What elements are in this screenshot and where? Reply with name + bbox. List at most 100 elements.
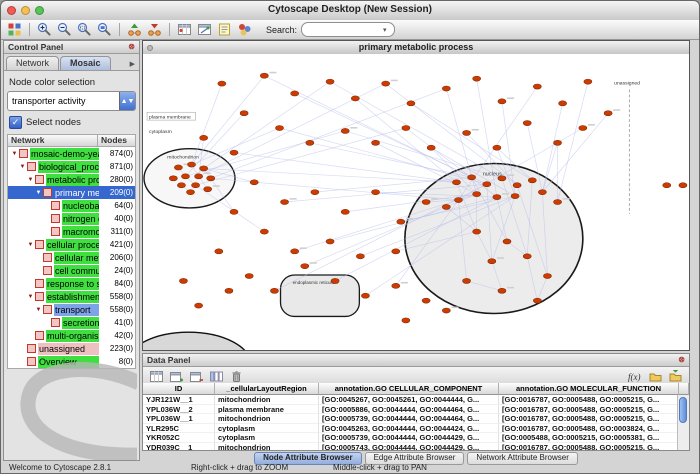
- network-node[interactable]: [422, 298, 430, 303]
- network-node[interactable]: [454, 197, 462, 202]
- network-node[interactable]: [528, 178, 536, 183]
- network-node[interactable]: [442, 204, 450, 209]
- table-row[interactable]: YPL036W__2plasma membrane[GO:0005886, GO…: [143, 405, 689, 415]
- network-node[interactable]: [207, 176, 215, 181]
- node-attribute-button[interactable]: [175, 21, 194, 38]
- zoom-in-button[interactable]: [35, 21, 54, 38]
- network-node[interactable]: [177, 183, 185, 188]
- table-cell[interactable]: YDR039C__1: [143, 443, 215, 451]
- search-input[interactable]: [308, 24, 382, 35]
- tree-header-nodes[interactable]: Nodes: [98, 134, 136, 147]
- network-node[interactable]: [523, 254, 531, 259]
- network-node[interactable]: [218, 81, 226, 86]
- network-node[interactable]: [463, 278, 471, 283]
- trash-button[interactable]: [227, 368, 246, 385]
- network-node[interactable]: [397, 219, 405, 224]
- network-node[interactable]: [192, 183, 200, 188]
- network-node[interactable]: [498, 288, 506, 293]
- select-attributes-button[interactable]: [147, 368, 166, 385]
- network-node[interactable]: [225, 288, 233, 293]
- column-selector-button[interactable]: [207, 368, 226, 385]
- table-cell[interactable]: YJR121W__1: [143, 395, 215, 405]
- network-node[interactable]: [382, 81, 390, 86]
- tree-header-network[interactable]: Network: [7, 134, 98, 147]
- network-node[interactable]: [402, 318, 410, 323]
- network-node[interactable]: [169, 176, 177, 181]
- expand-group-button[interactable]: [125, 21, 144, 38]
- network-node[interactable]: [498, 99, 506, 104]
- network-view-titlebar[interactable]: primary metabolic process: [143, 41, 689, 55]
- disclosure-triangle-icon[interactable]: ▼: [26, 177, 35, 183]
- table-scrollbar[interactable]: [677, 395, 689, 450]
- collapse-group-button[interactable]: [145, 21, 164, 38]
- table-row[interactable]: YPL036W__1mitochondrion[GO:0005739, GO:0…: [143, 414, 689, 424]
- tree-item[interactable]: macromolecule metabo311(0): [8, 225, 135, 238]
- network-node[interactable]: [291, 91, 299, 96]
- zoom-selected-button[interactable]: [75, 21, 94, 38]
- tab-mosaic[interactable]: Mosaic: [60, 56, 111, 70]
- network-node[interactable]: [488, 259, 496, 264]
- network-node[interactable]: [230, 150, 238, 155]
- table-cell[interactable]: [GO:0005739, GO:0044444, GO:0044464, G..…: [319, 414, 499, 424]
- network-node[interactable]: [554, 199, 562, 204]
- network-node[interactable]: [326, 239, 334, 244]
- table-cell[interactable]: [GO:0005488, GO:0005215, GO:0005381, G..…: [499, 433, 679, 443]
- network-canvas[interactable]: plasma membranecytoplasmmitochondrionnuc…: [143, 54, 689, 350]
- color-attribute-dropdown[interactable]: transporter activity ▲▼: [7, 91, 136, 111]
- network-node[interactable]: [356, 254, 364, 259]
- disclosure-triangle-icon[interactable]: ▼: [26, 242, 35, 248]
- table-row[interactable]: YKR052Ccytoplasm[GO:0005739, GO:0044444,…: [143, 433, 689, 443]
- table-row[interactable]: YLR295Ccytoplasm[GO:0045263, GO:0044444,…: [143, 424, 689, 434]
- column-header[interactable]: ID: [143, 383, 215, 395]
- table-cell[interactable]: plasma membrane: [215, 405, 319, 415]
- network-node[interactable]: [442, 308, 450, 313]
- network-node[interactable]: [679, 183, 687, 188]
- network-node[interactable]: [195, 174, 203, 179]
- view-window-icon[interactable]: [147, 45, 153, 51]
- network-node[interactable]: [215, 249, 223, 254]
- network-node[interactable]: [663, 183, 671, 188]
- network-node[interactable]: [230, 209, 238, 214]
- network-node[interactable]: [392, 283, 400, 288]
- network-node[interactable]: [473, 192, 481, 197]
- network-node[interactable]: [270, 288, 278, 293]
- network-node[interactable]: [604, 111, 612, 116]
- network-node[interactable]: [473, 76, 481, 81]
- network-node[interactable]: [240, 111, 248, 116]
- zoom-fit-button[interactable]: [95, 21, 114, 38]
- network-node[interactable]: [523, 121, 531, 126]
- tree-item[interactable]: ▼establishment of locali558(0): [8, 290, 135, 303]
- table-cell[interactable]: [GO:0045263, GO:0044444, GO:0044424, G..…: [319, 424, 499, 434]
- network-node[interactable]: [195, 303, 203, 308]
- network-node[interactable]: [503, 239, 511, 244]
- column-header[interactable]: _cellularLayoutRegion: [215, 383, 319, 395]
- tree-item[interactable]: nitrogen compound me40(0): [8, 212, 135, 225]
- close-window-button[interactable]: [7, 6, 16, 15]
- function-builder-button[interactable]: f(x): [626, 368, 645, 385]
- network-node[interactable]: [468, 175, 476, 180]
- table-cell[interactable]: YPL036W__1: [143, 414, 215, 424]
- title-bar[interactable]: Cytoscape Desktop (New Session): [1, 1, 699, 21]
- network-node[interactable]: [407, 101, 415, 106]
- tree-item[interactable]: ▼cellular process421(0): [8, 238, 135, 251]
- panel-close-icon[interactable]: ⊗: [128, 43, 135, 51]
- dropdown-arrow-icon[interactable]: ▲▼: [119, 92, 135, 110]
- network-node[interactable]: [463, 130, 471, 135]
- network-node[interactable]: [181, 174, 189, 179]
- data-panel-close-icon[interactable]: ⊗: [678, 356, 685, 364]
- table-cell[interactable]: [GO:0016787, GO:0005488, GO:0005215, G..…: [499, 395, 679, 405]
- table-cell[interactable]: [GO:0016787, GO:0005488, GO:0005215, G..…: [499, 405, 679, 415]
- disclosure-triangle-icon[interactable]: ▼: [10, 151, 19, 157]
- search-dropdown-icon[interactable]: ▾: [383, 26, 387, 34]
- overview-button[interactable]: [5, 21, 24, 38]
- open-folder-button[interactable]: [646, 368, 665, 385]
- tree-item[interactable]: nucleobase-containing c64(0): [8, 199, 135, 212]
- network-node[interactable]: [351, 96, 359, 101]
- table-cell[interactable]: [GO:0016787, GO:0005488, GO:0003824, G..…: [499, 424, 679, 434]
- network-node[interactable]: [513, 183, 521, 188]
- network-node[interactable]: [498, 176, 506, 181]
- network-node[interactable]: [538, 190, 546, 195]
- network-node[interactable]: [584, 79, 592, 84]
- network-node[interactable]: [311, 190, 319, 195]
- delete-attribute-button[interactable]: [187, 368, 206, 385]
